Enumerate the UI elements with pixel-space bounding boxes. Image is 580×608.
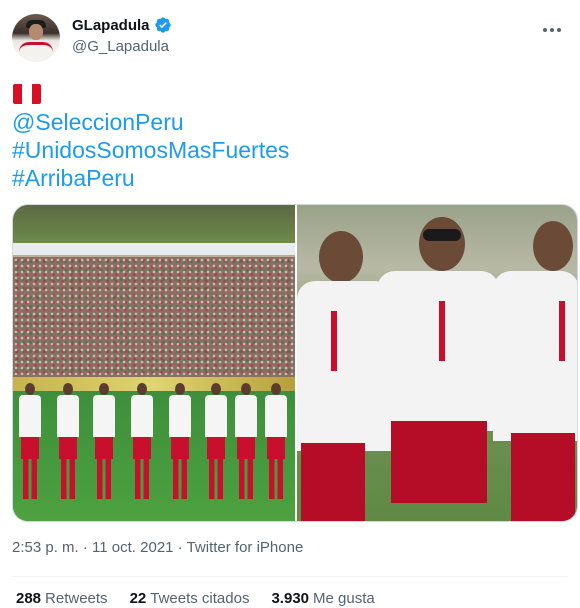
likes-count: 3.930 (271, 590, 310, 607)
player-figure (131, 383, 153, 503)
peru-flag-emoji (13, 84, 41, 104)
player-figure (57, 383, 79, 503)
more-options-icon[interactable] (540, 20, 564, 40)
quotes-stat[interactable]: 22 Tweets citados (130, 590, 250, 607)
quotes-count: 22 (129, 590, 147, 607)
player-figure (205, 383, 227, 503)
hashtag-link[interactable]: #UnidosSomosMasFuertes (12, 136, 289, 164)
players-anthem-photo[interactable] (297, 205, 577, 521)
tweet-date[interactable]: 11 oct. 2021 (92, 539, 173, 556)
tweet-metadata: 2:53 p. m. · 11 oct. 2021 · Twitter for … (12, 539, 303, 556)
mention-link[interactable]: @SeleccionPeru (12, 108, 289, 136)
player-figure (265, 383, 287, 503)
tweet-text: @SeleccionPeru #UnidosSomosMasFuertes #A… (12, 108, 289, 192)
avatar-face (29, 24, 43, 40)
player-figure (19, 383, 41, 503)
player-figure (93, 383, 115, 503)
media-gallery (12, 204, 578, 522)
likes-stat[interactable]: 3.930 Me gusta (271, 590, 374, 607)
handle[interactable]: @G_Lapadula (72, 38, 169, 55)
retweets-label: Retweets (45, 590, 108, 607)
meta-separator: · (78, 539, 93, 556)
avatar[interactable] (12, 14, 60, 62)
name-row[interactable]: GLapadula (72, 16, 172, 34)
retweets-stat[interactable]: 288 Retweets (16, 590, 108, 607)
tweet-time[interactable]: 2:53 p. m. (12, 539, 79, 556)
player-figure (493, 221, 577, 521)
stadium-banner (13, 243, 295, 255)
retweets-count: 288 (16, 590, 42, 607)
player-figure (377, 217, 499, 521)
tweet-source[interactable]: Twitter for iPhone (187, 539, 304, 556)
avatar-shirt (19, 42, 53, 62)
tweet-stats: 288 Retweets 22 Tweets citados 3.930 Me gus… (16, 590, 375, 607)
quotes-label: Tweets citados (150, 590, 250, 607)
player-figure (169, 383, 191, 503)
hashtag-link[interactable]: #ArribaPeru (12, 164, 289, 192)
stadium-crowd (13, 257, 295, 375)
team-lineup-photo[interactable] (13, 205, 295, 521)
tweet-header: GLapadula @G_Lapadula (12, 12, 568, 64)
likes-label: Me gusta (313, 590, 375, 607)
verified-badge-icon (154, 17, 171, 33)
player-figure (235, 383, 257, 503)
meta-separator: · (173, 539, 187, 556)
divider (12, 576, 568, 577)
display-name[interactable]: GLapadula (72, 17, 150, 34)
